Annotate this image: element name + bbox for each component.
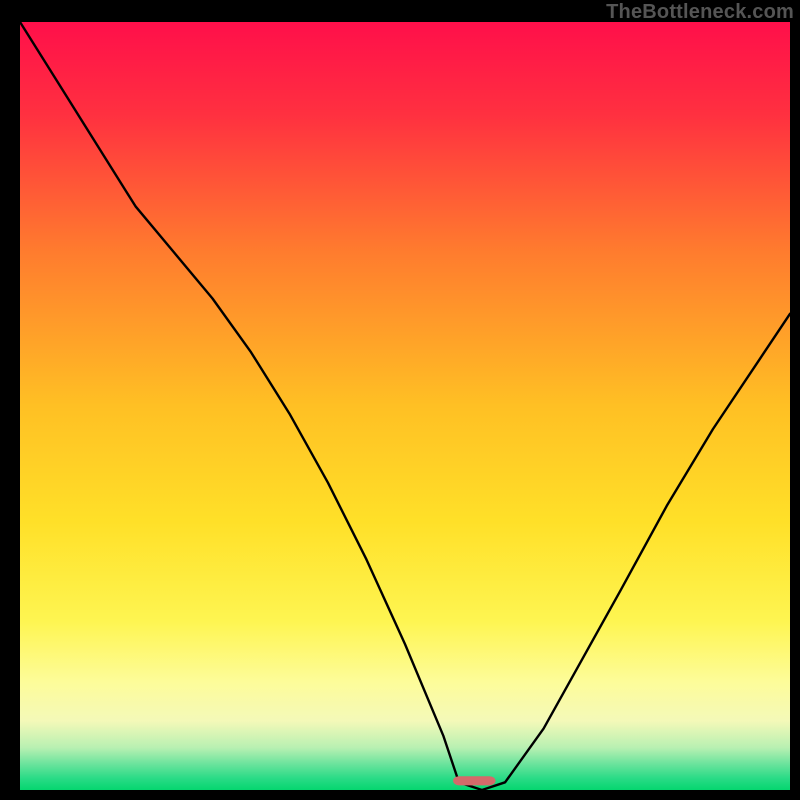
curve-layer [20, 22, 790, 790]
optimum-marker [453, 776, 495, 785]
bottleneck-curve [20, 22, 790, 790]
watermark-text: TheBottleneck.com [606, 1, 794, 24]
chart-stage: TheBottleneck.com [0, 0, 800, 800]
